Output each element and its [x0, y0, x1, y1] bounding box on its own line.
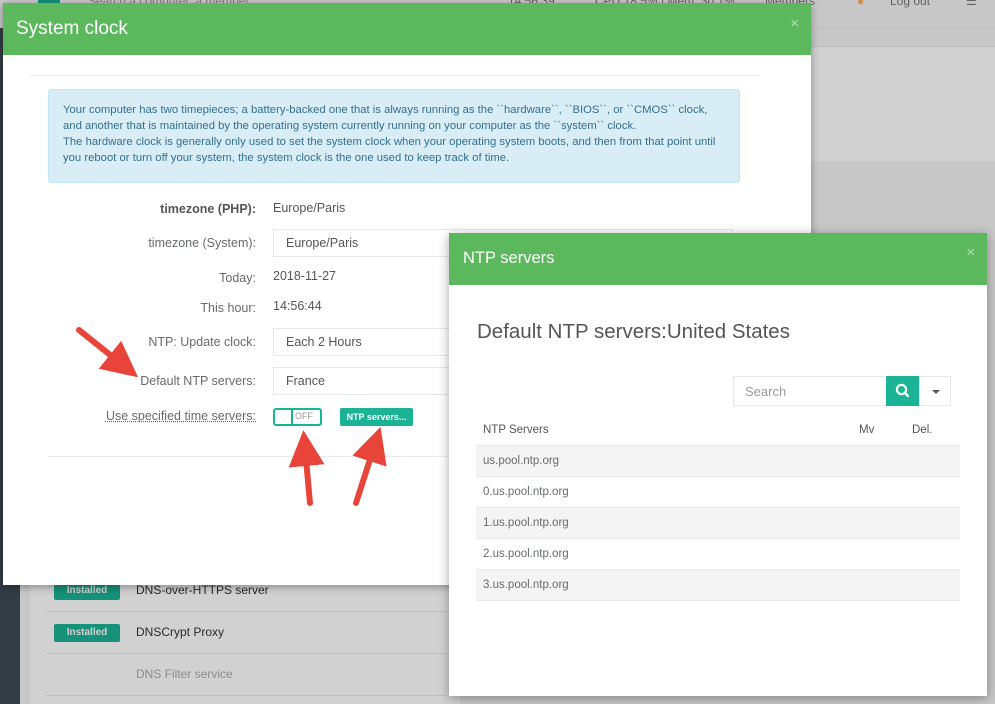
annotation-arrow [288, 430, 325, 506]
annotation-layer [76, 327, 387, 506]
annotation-arrow [352, 426, 387, 506]
annotation-arrow [76, 327, 139, 378]
